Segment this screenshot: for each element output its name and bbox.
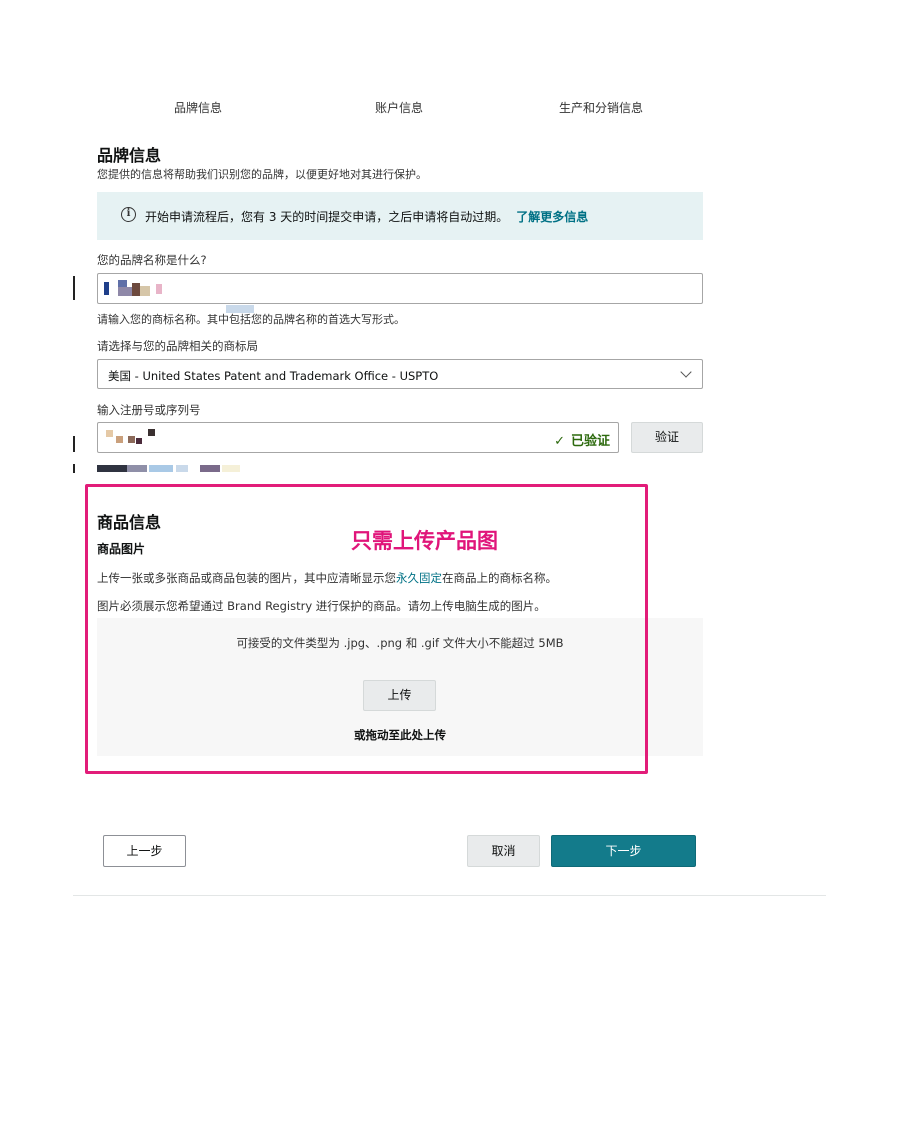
cancel-button[interactable]: 取消 [467, 835, 540, 867]
brand-name-label: 您的品牌名称是什么? [97, 253, 207, 267]
redacted-pixel [127, 465, 147, 472]
verified-status: ✓ 已验证 [554, 434, 610, 449]
previous-button[interactable]: 上一步 [103, 835, 186, 867]
redacted-pixel [156, 284, 162, 294]
redacted-pixel [118, 280, 127, 287]
verify-button[interactable]: 验证 [631, 422, 703, 453]
redacted-pixel [200, 465, 220, 472]
redacted-pixel [106, 430, 113, 437]
divider [73, 895, 826, 896]
brand-section-title: 品牌信息 [97, 146, 162, 165]
learn-more-link[interactable]: 了解更多信息 [516, 210, 588, 224]
info-banner-text: 开始申请流程后，您有 3 天的时间提交申请，之后申请将自动过期。 了解更多信息 [145, 208, 588, 225]
cursor-mark [73, 436, 75, 452]
redacted-pixel [176, 465, 188, 472]
brand-name-hint: 请输入您的商标名称。其中包括您的品牌名称的首选大写形式。 [97, 313, 405, 326]
redacted-pixel [149, 465, 173, 472]
brand-section-subtitle: 您提供的信息将帮助我们识别您的品牌，以便更好地对其进行保护。 [97, 168, 427, 181]
registration-number-input[interactable]: ✓ 已验证 [97, 422, 619, 453]
trademark-office-select[interactable]: 美国 - United States Patent and Trademark … [97, 359, 703, 389]
step-account-info: 账户信息 [375, 101, 424, 115]
cursor-mark [73, 276, 75, 300]
cursor-mark [73, 464, 75, 473]
redacted-pixel [116, 436, 123, 443]
redacted-pixel [128, 436, 135, 443]
chevron-down-icon [680, 366, 692, 378]
info-icon: i [121, 207, 136, 222]
redacted-pixel [222, 465, 240, 472]
step-production-distribution: 生产和分销信息 [559, 101, 644, 115]
redacted-pixel [118, 287, 132, 296]
trademark-office-label: 请选择与您的品牌相关的商标局 [97, 339, 258, 353]
brand-name-input[interactable] [97, 273, 703, 304]
trademark-office-selected: 美国 - United States Patent and Trademark … [108, 369, 439, 383]
registration-number-label: 输入注册号或序列号 [97, 403, 201, 417]
redacted-pixel [132, 283, 140, 296]
next-button[interactable]: 下一步 [551, 835, 696, 867]
checkmark-icon: ✓ [554, 434, 565, 449]
redacted-pixel [148, 429, 155, 436]
redacted-pixel [136, 438, 142, 444]
highlight-box [85, 484, 648, 774]
step-brand-info: 品牌信息 [174, 101, 223, 115]
info-banner: i 开始申请流程后，您有 3 天的时间提交申请，之后申请将自动过期。 了解更多信息 [97, 192, 703, 240]
info-message: 开始申请流程后，您有 3 天的时间提交申请，之后申请将自动过期。 [145, 210, 509, 224]
redacted-pixel [140, 286, 150, 296]
redacted-pixel [97, 465, 127, 472]
redacted-pixel [104, 282, 109, 295]
